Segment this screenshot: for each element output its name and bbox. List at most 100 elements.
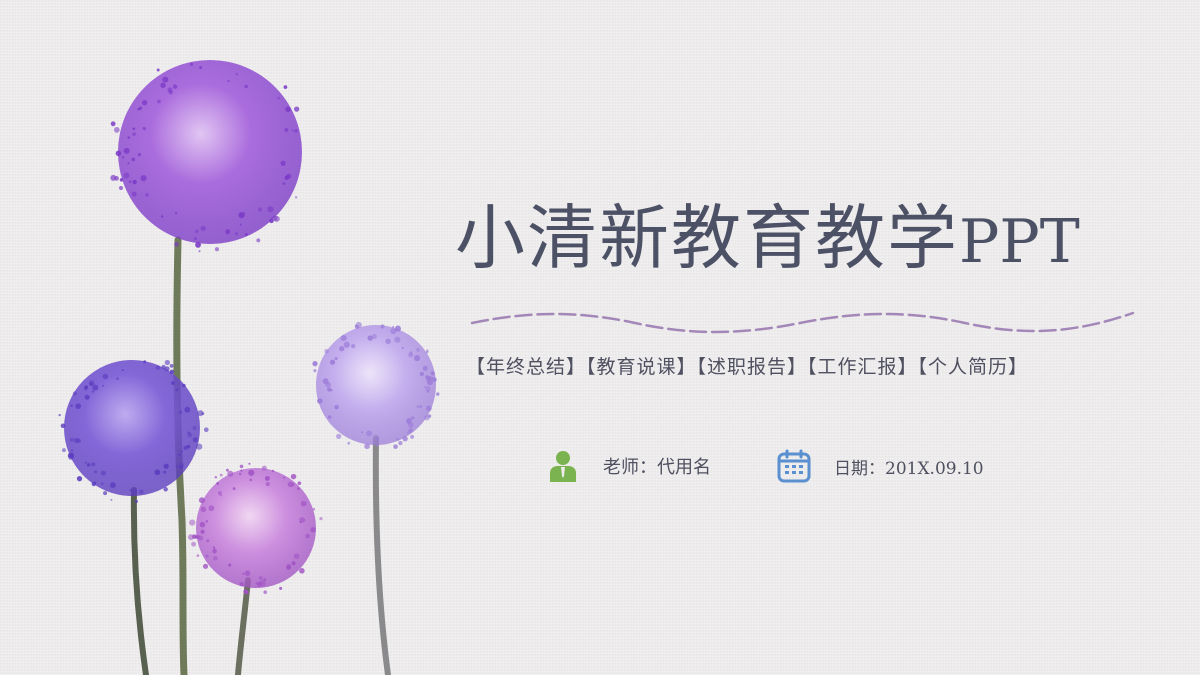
flower-speckle [375,437,379,441]
flower-speckle [200,529,205,534]
flower-speckle [154,469,161,476]
flower-speckle [103,491,108,496]
flower-speckle [393,444,398,449]
flower-head-violet [64,360,200,496]
flower-speckle [189,62,194,66]
flower-speckle [294,129,298,133]
flower-speckle [58,413,61,417]
flower-speckle [163,487,168,492]
flower-speckle [205,520,208,523]
flower-speckle [354,324,358,328]
flower-speckle [243,212,246,215]
topic-tags: 【年终总结】【教育说课】【述职报告】【工作汇报】【个人简历】 [466,356,1029,378]
flower-speckle [406,418,412,424]
flower-speckle [110,121,116,127]
flower-speckle [312,361,318,367]
flower-speckle [196,554,200,557]
flower-speckle [240,469,243,472]
flower-speckle [300,500,307,507]
flower-speckle [244,84,248,89]
flower-speckle [119,185,123,190]
flower-speckle [127,162,130,165]
flower-speckle [351,344,356,349]
flower-speckle [409,351,413,354]
flower-speckle [199,521,206,528]
dandelion-flowers-illustration [58,60,440,675]
flower-speckle [264,475,270,481]
flower-speckle [285,106,291,113]
decorative-dashed-wave [470,311,1135,334]
flower-speckle [212,546,216,550]
flower-speckle [343,341,350,348]
flower-speckle [371,333,377,339]
flower-speckle [192,437,198,443]
flower-speckle [232,487,236,491]
flower-speckle [263,590,267,594]
flower-speckle [192,426,197,431]
flower-speckle [361,431,364,434]
flower-speckle [225,468,229,472]
flower-speckle [115,150,122,157]
flower-speckle [416,348,420,352]
flower-speckle [426,379,433,386]
flower-speckle [160,215,164,218]
flower-speckle [180,450,183,453]
flower-speckle [109,482,116,489]
flower-speckle [143,360,147,364]
flower-speckle [100,470,106,476]
flower-speckle [324,348,329,354]
person-icon [545,448,581,484]
flower-speckle [131,191,137,197]
flower-speckle [312,508,316,511]
flower-speckle [91,481,97,487]
flower-speckle [198,497,205,504]
flower-speckle [121,155,125,159]
flower-speckle [160,82,166,88]
flower-speckle [219,473,223,477]
flower-speckle [436,392,440,396]
flower-speckle [88,380,95,386]
flower-speckle [392,325,395,329]
flower-speckle [380,324,385,329]
flower-speckle [419,405,423,408]
flower-speckle [283,85,288,89]
flower-speckle [239,582,244,587]
flower-speckle [84,385,89,390]
flower-stem [372,435,391,675]
flower-speckle [70,449,74,452]
flower-speckle [187,431,190,435]
flower-speckle [196,443,203,450]
flower-speckle [164,366,170,372]
title-latin: PPT [959,207,1080,277]
flower-speckle [364,443,370,450]
flower-speckle [249,478,253,482]
flower-speckle [425,350,429,354]
flower-speckle [235,72,238,76]
flower-speckle [212,548,217,554]
flower-speckle [137,108,140,111]
flower-speckle [228,563,232,567]
flower-speckle [182,383,186,388]
flower-speckle [334,404,339,410]
flower-speckle [330,359,336,365]
flower-speckle [261,465,267,471]
flower-speckle [102,384,105,387]
flower-speckle [410,434,415,439]
flower-speckle [338,345,345,352]
flower-speckle [219,494,222,497]
slide-title: 小清新教育教学PPT [455,196,1175,284]
flower-speckle [110,498,113,501]
flower-speckle [69,437,74,442]
flower-speckle [280,160,286,166]
flower-speckle [199,66,203,70]
flower-speckle [203,427,209,433]
flower-speckle [178,462,184,468]
flower-speckle [234,232,239,236]
flower-speckle [398,440,403,446]
flower-speckle [317,398,323,404]
flower-speckle [155,365,161,370]
flower-speckle [164,359,170,366]
flower-speckle [172,84,178,89]
flower-speckle [201,412,205,416]
flower-speckle [286,563,292,569]
